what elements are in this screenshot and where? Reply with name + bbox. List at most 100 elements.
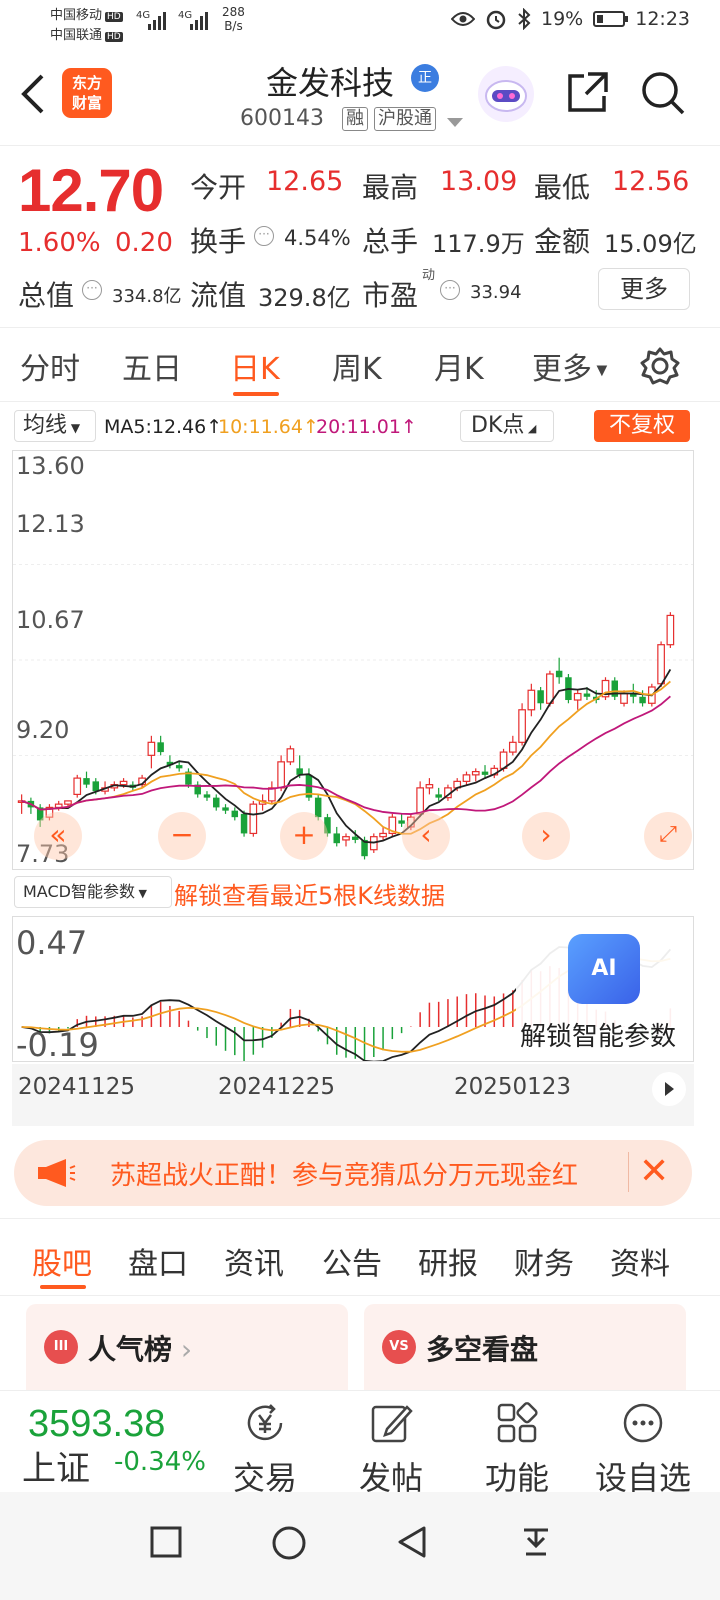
candle-body: [583, 693, 591, 697]
tab-more[interactable]: 更多 ▼: [532, 344, 607, 388]
home-icon[interactable]: [272, 1526, 306, 1560]
share-icon[interactable]: [564, 70, 610, 116]
bull-bear-card[interactable]: VS 多空看盘: [364, 1304, 686, 1392]
fullscreen-icon[interactable]: ⤢: [644, 812, 692, 860]
status-right: 19% 12:23: [451, 8, 690, 30]
tab-monthly-k[interactable]: 月K: [434, 344, 484, 388]
macd-y-top: 0.47: [16, 924, 88, 962]
y-tick-label: 9.20: [16, 716, 70, 744]
ai-unlock-text: 解锁智能参数: [520, 1022, 677, 1052]
index-value[interactable]: 3593.38: [28, 1403, 165, 1446]
dk-point-selector[interactable]: DK点 ◢: [460, 410, 554, 442]
candle-body: [83, 778, 90, 785]
candle-body: [240, 813, 248, 834]
tab-daily-k[interactable]: 日K: [230, 344, 280, 388]
mktcap-label: 总值: [18, 279, 75, 312]
popularity-title: 人气榜 ›: [88, 1333, 193, 1366]
float-value: 329.8亿: [258, 284, 351, 312]
carrier-2: 中国联通 HD: [50, 28, 123, 43]
pe-superscript: 动: [422, 268, 436, 283]
battery-icon: [593, 11, 629, 27]
candle-body: [147, 741, 156, 756]
more-quote-button[interactable]: 更多: [598, 268, 690, 310]
tab-news[interactable]: 资讯: [224, 1239, 284, 1283]
tab-profile[interactable]: 资料: [610, 1239, 670, 1283]
macd-row: MACD智能参数 ▼ 解锁查看最近5根K线数据: [14, 876, 714, 910]
mktcap-value: 334.8亿: [112, 286, 182, 307]
popularity-card[interactable]: III 人气榜 ›: [26, 1304, 348, 1392]
candle-body: [64, 800, 72, 805]
tab-weekly-k[interactable]: 周K: [332, 344, 382, 388]
post-button[interactable]: 发帖: [336, 1397, 446, 1499]
zoom-out-button[interactable]: −: [158, 812, 206, 860]
index-name[interactable]: 上证: [22, 1441, 90, 1490]
info-dots-icon[interactable]: ···: [440, 280, 460, 300]
versus-icon: VS: [382, 1330, 416, 1364]
info-dots-icon[interactable]: ···: [254, 226, 274, 246]
quote-panel: 12.70 1.60% 0.20 今开 12.65 最高 13.09 最低 12…: [0, 146, 720, 328]
open-label: 今开: [190, 171, 247, 204]
signal-1-icon: [148, 12, 170, 30]
close-icon[interactable]: ✕: [628, 1152, 669, 1192]
notification-pull-icon[interactable]: [520, 1526, 552, 1558]
prev-button[interactable]: ‹: [402, 812, 450, 860]
candle-body: [157, 742, 164, 753]
candle-body: [537, 690, 544, 704]
active-tab-indicator: [233, 392, 279, 396]
tab-five-day[interactable]: 五日: [122, 344, 182, 388]
bottom-action-bar: 3593.38 上证 -0.34% 交易 发帖 功能 设自选: [0, 1390, 720, 1497]
assistant-robot-icon[interactable]: [478, 66, 534, 122]
ma10-line: [21, 680, 671, 835]
add-watchlist-button[interactable]: 设自选: [588, 1397, 698, 1499]
candle-body: [73, 777, 82, 795]
tab-finance[interactable]: 财务: [514, 1239, 574, 1283]
candle-body: [620, 692, 628, 704]
eye-icon: [451, 12, 475, 26]
chart-bars-icon: III: [44, 1330, 78, 1364]
back-icon[interactable]: [396, 1526, 428, 1558]
index-change: -0.34%: [114, 1447, 206, 1477]
candle-body: [352, 836, 359, 840]
recents-icon[interactable]: [150, 1526, 182, 1558]
function-button[interactable]: 功能: [462, 1397, 572, 1499]
no-adjust-button[interactable]: 不复权: [594, 410, 690, 442]
trade-button[interactable]: 交易: [210, 1397, 320, 1499]
search-icon[interactable]: [640, 70, 686, 116]
tab-pankou[interactable]: 盘口: [128, 1239, 188, 1283]
ai-unlock-panel[interactable]: AI 解锁智能参数: [516, 918, 692, 1060]
chevron-down-icon[interactable]: [447, 118, 463, 127]
tab-guba[interactable]: 股吧: [32, 1239, 92, 1283]
carrier-1: 中国移动 HD: [50, 8, 123, 23]
chart-period-tabs: 分时 五日 日K 周K 月K 更多 ▼: [0, 330, 720, 402]
next-button[interactable]: ›: [522, 812, 570, 860]
candlestick-chart[interactable]: [12, 450, 694, 870]
gear-icon[interactable]: [640, 346, 680, 386]
volume-value: 117.9万: [432, 230, 525, 258]
pe-label: 市盈: [362, 279, 419, 312]
tab-announcements[interactable]: 公告: [322, 1239, 382, 1283]
scroll-left-button[interactable]: «: [34, 812, 82, 860]
back-arrow-icon[interactable]: [18, 72, 48, 116]
zoom-in-button[interactable]: +: [280, 812, 328, 860]
tab-research[interactable]: 研报: [418, 1239, 478, 1283]
alarm-icon: [486, 10, 506, 30]
high-label: 最高: [362, 171, 419, 204]
play-icon[interactable]: [652, 1072, 686, 1106]
verified-badge: 正: [411, 64, 439, 92]
info-dots-icon[interactable]: ···: [82, 280, 102, 300]
candle-body: [481, 771, 489, 775]
x-tick-label: 20241125: [18, 1074, 136, 1100]
macd-y-bottom: -0.19: [16, 1026, 99, 1064]
x-axis-dates: 20241125 20241225 20250123: [12, 1064, 694, 1126]
indicator-row: 均线 ▼ MA5:12.46↑ 10:11.64↑ 20:11.01↑ DK点 …: [0, 408, 720, 448]
candle-body: [398, 820, 405, 824]
macd-selector[interactable]: MACD智能参数 ▼: [14, 876, 172, 908]
candle-body: [119, 780, 128, 786]
turnover-value: 4.54%: [284, 226, 351, 250]
unlock-recent-data-link[interactable]: 解锁查看最近5根K线数据: [174, 876, 445, 911]
change-percent: 1.60%: [18, 228, 101, 258]
grid-icon: [497, 1402, 538, 1443]
ma-selector[interactable]: 均线 ▼: [14, 410, 96, 442]
tab-intraday[interactable]: 分时: [20, 344, 80, 388]
promo-banner[interactable]: 苏超战火正酣！参与竞猜瓜分万元现金红 ✕: [14, 1140, 692, 1206]
